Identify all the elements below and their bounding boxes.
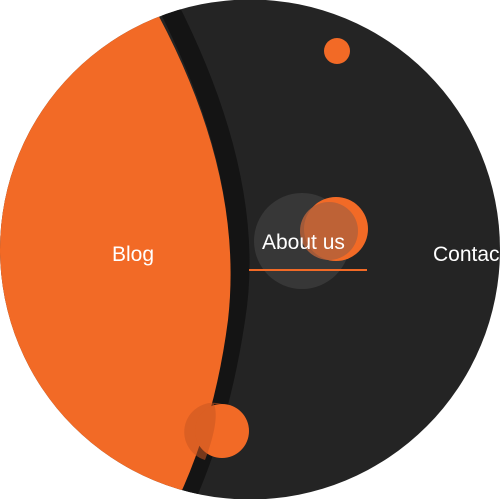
active-underline xyxy=(249,269,367,271)
nav-item-about-us[interactable]: About us xyxy=(262,232,345,253)
nav-item-partial-left[interactable]: s xyxy=(0,244,1,265)
nav-item-contact[interactable]: Contac xyxy=(433,244,500,265)
circular-menu: s Blog About us Contac xyxy=(0,0,500,499)
top-dot xyxy=(324,38,350,64)
menu-background xyxy=(0,0,500,499)
nav-item-blog[interactable]: Blog xyxy=(112,244,154,265)
